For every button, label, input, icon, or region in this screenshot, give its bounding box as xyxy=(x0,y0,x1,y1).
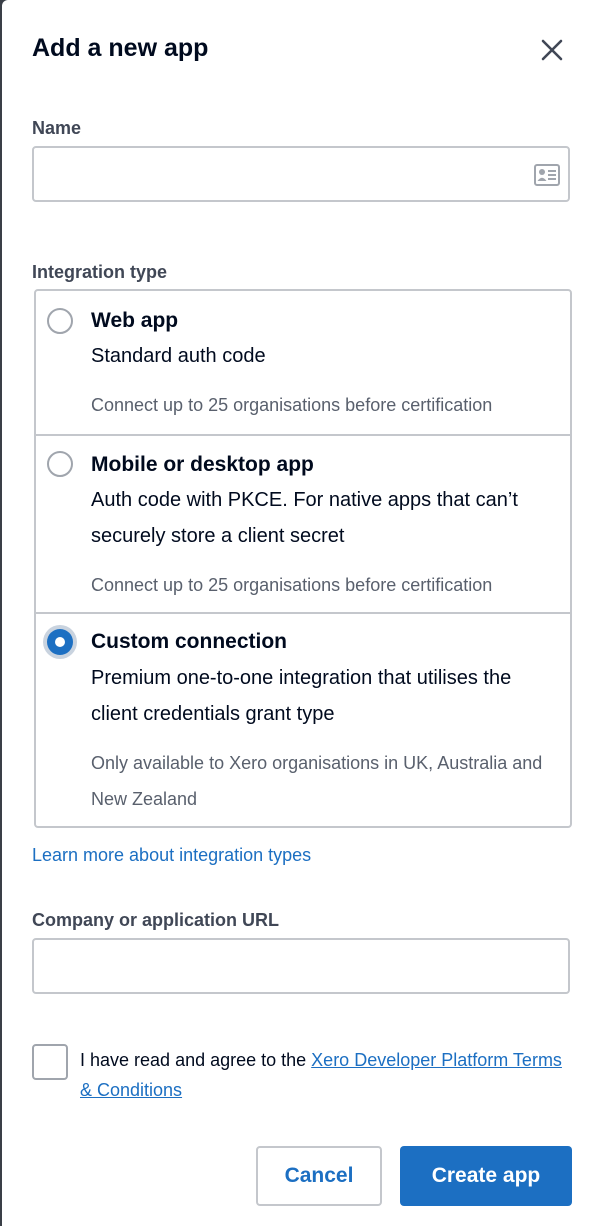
option-title: Mobile or desktop app xyxy=(91,453,314,476)
name-label: Name xyxy=(32,118,82,138)
option-custom-connection[interactable]: Custom connection Premium one-to-one int… xyxy=(36,614,570,826)
option-note: Connect up to 25 organisations before ce… xyxy=(91,575,493,595)
option-mobile-desktop-app[interactable]: Mobile or desktop app Auth code with PKC… xyxy=(36,436,570,612)
option-note: Only available to Xero organisations in … xyxy=(91,753,543,809)
option-title: Web app xyxy=(91,309,179,332)
radio-mobile-desktop-app[interactable] xyxy=(47,451,73,477)
option-note: Connect up to 25 organisations before ce… xyxy=(91,395,493,415)
contact-card-icon xyxy=(534,164,560,186)
option-title: Custom connection xyxy=(91,630,288,653)
option-description: Auth code with PKCE. For native apps tha… xyxy=(91,489,518,547)
close-button[interactable] xyxy=(538,36,566,64)
create-app-button[interactable]: Create app xyxy=(400,1146,572,1206)
integration-type-group: Web app Standard auth code Connect up to… xyxy=(34,289,572,828)
option-web-app[interactable]: Web app Standard auth code Connect up to… xyxy=(36,291,570,434)
close-icon xyxy=(541,39,563,61)
radio-custom-connection[interactable] xyxy=(47,629,73,655)
option-description: Standard auth code xyxy=(91,345,266,367)
learn-more-link[interactable]: Learn more about integration types xyxy=(32,845,311,866)
terms-text: I have read and agree to the Xero Develo… xyxy=(80,1045,570,1105)
option-description: Premium one-to-one integration that util… xyxy=(91,667,512,725)
terms-prefix: I have read and agree to the xyxy=(80,1050,312,1070)
terms-checkbox[interactable] xyxy=(32,1044,68,1080)
radio-web-app[interactable] xyxy=(47,308,73,334)
name-input[interactable] xyxy=(32,146,570,202)
url-label: Company or application URL xyxy=(32,910,280,930)
add-app-dialog: Add a new app Name Integration type Web … xyxy=(2,0,592,1226)
cancel-button[interactable]: Cancel xyxy=(256,1146,382,1206)
url-input[interactable] xyxy=(32,938,570,994)
dialog-title: Add a new app xyxy=(32,34,209,62)
integration-type-label: Integration type xyxy=(32,262,168,282)
